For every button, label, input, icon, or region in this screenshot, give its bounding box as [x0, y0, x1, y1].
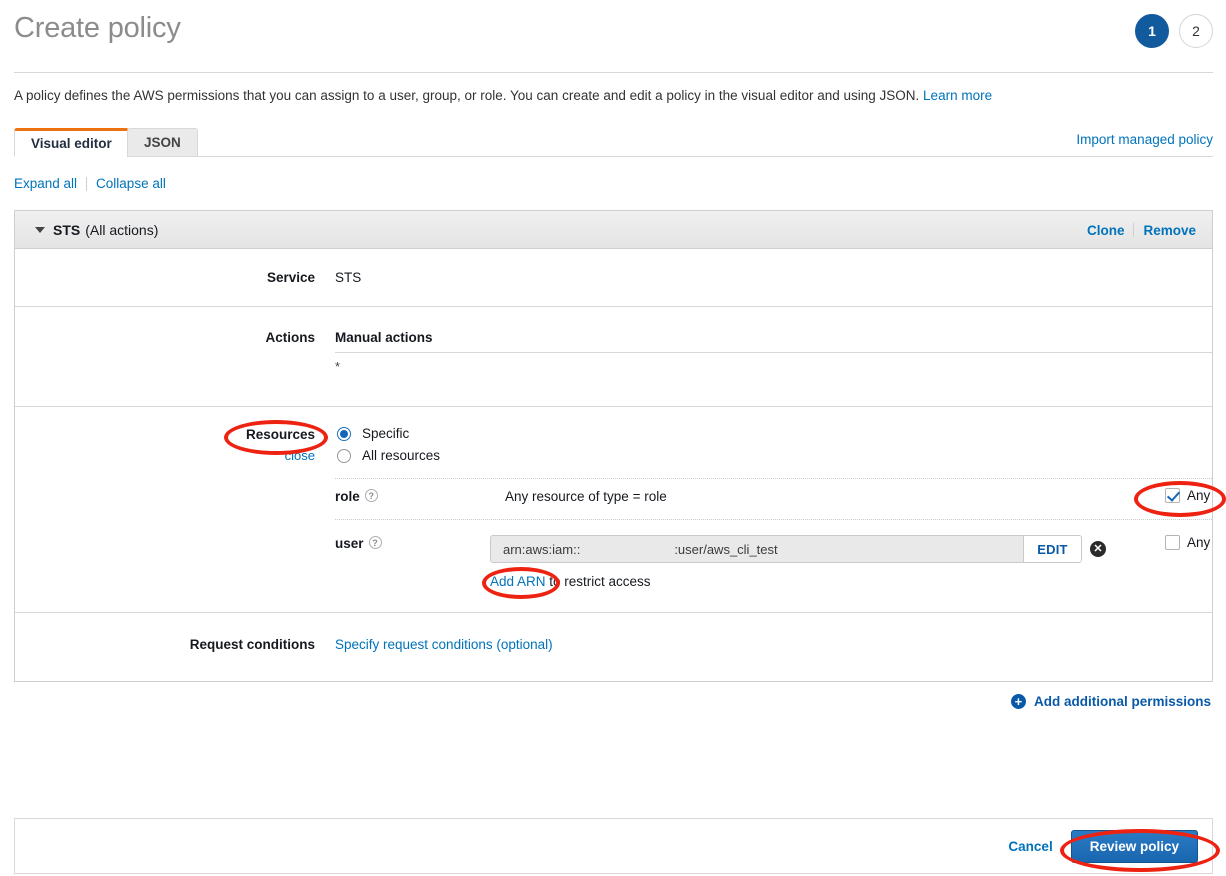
- service-section: Service STS: [15, 249, 1212, 307]
- editor-tabs: Visual editor JSON: [14, 128, 1213, 157]
- actions-section: Actions Manual actions *: [15, 307, 1212, 407]
- step-2-indicator[interactable]: 2: [1179, 14, 1213, 48]
- add-arn-row: Add ARN to restrict access: [490, 574, 651, 589]
- resource-role-any-toggle[interactable]: Any: [1165, 488, 1210, 503]
- resources-label: Resources: [245, 427, 315, 442]
- specify-request-conditions-link[interactable]: Specify request conditions (optional): [335, 637, 553, 652]
- add-additional-permissions-button[interactable]: + Add additional permissions: [1010, 694, 1211, 709]
- resources-divider-2: [335, 519, 1212, 520]
- service-value: STS: [335, 270, 362, 285]
- radio-specific-icon[interactable]: [337, 426, 351, 441]
- resource-key-role-label: role: [335, 489, 360, 504]
- tab-visual-editor[interactable]: Visual editor: [14, 128, 129, 157]
- resource-scope-all[interactable]: All resources: [337, 448, 440, 463]
- actions-value: *: [335, 359, 341, 374]
- service-qualifier-label: (All actions): [85, 221, 159, 238]
- manual-actions-underline: [335, 352, 1212, 353]
- toolbar-divider: [86, 176, 88, 191]
- permission-block-header[interactable]: STS (All actions) Clone Remove: [15, 211, 1212, 249]
- resource-scope-specific[interactable]: Specific: [337, 426, 409, 441]
- clone-link[interactable]: Clone: [1087, 223, 1125, 238]
- expand-all-link[interactable]: Expand all: [14, 176, 77, 191]
- checkbox-any-role-icon[interactable]: [1165, 488, 1180, 503]
- request-conditions-label: Request conditions: [189, 637, 315, 652]
- add-arn-rest-text: to restrict access: [545, 574, 651, 589]
- radio-all-resources-label: All resources: [362, 448, 441, 463]
- expand-collapse-bar: Expand all Collapse all: [14, 176, 166, 191]
- service-name-label: STS: [53, 221, 81, 238]
- actions-label: Actions: [265, 330, 315, 345]
- checkbox-any-user-label: Any: [1187, 535, 1211, 550]
- intro-text: A policy defines the AWS permissions tha…: [14, 87, 1213, 105]
- user-arn-prefix: arn:aws:iam::: [503, 541, 581, 557]
- cancel-button[interactable]: Cancel: [1008, 839, 1052, 854]
- plus-icon: +: [1010, 694, 1026, 709]
- user-arn-field[interactable]: arn:aws:iam:: :user/aws_cli_test EDIT: [490, 535, 1082, 563]
- step-1-indicator[interactable]: 1: [1135, 14, 1169, 48]
- help-icon[interactable]: ?: [364, 489, 378, 502]
- checkbox-any-user-icon[interactable]: [1165, 535, 1180, 550]
- collapse-all-link[interactable]: Collapse all: [96, 176, 166, 191]
- page-title: Create policy: [14, 12, 181, 44]
- learn-more-link[interactable]: Learn more: [923, 88, 992, 103]
- user-arn-suffix: :user/aws_cli_test: [674, 541, 778, 557]
- block-header-actions: Clone Remove: [1087, 211, 1196, 249]
- header-actions-divider: [1133, 223, 1135, 237]
- request-conditions-section: Request conditions Specify request condi…: [15, 613, 1212, 680]
- resources-divider-1: [335, 478, 1212, 479]
- add-additional-permissions-label: Add additional permissions: [1033, 694, 1211, 709]
- radio-specific-label: Specific: [362, 426, 410, 441]
- chevron-down-icon[interactable]: [35, 226, 45, 233]
- create-policy-page: Create policy 1 2 A policy defines the A…: [0, 0, 1226, 876]
- radio-all-resources-icon[interactable]: [337, 448, 351, 463]
- resource-key-user-label: user: [335, 536, 364, 551]
- resource-role-value: Any resource of type = role: [505, 489, 667, 504]
- footer-actions: Cancel Review policy: [1008, 819, 1198, 873]
- edit-arn-button[interactable]: EDIT: [1023, 536, 1081, 562]
- manual-actions-heading: Manual actions: [335, 330, 433, 345]
- add-arn-link[interactable]: Add ARN: [490, 574, 546, 589]
- resource-user-any-toggle[interactable]: Any: [1165, 535, 1210, 550]
- intro-sentence: A policy defines the AWS permissions tha…: [14, 88, 920, 103]
- resources-close-link[interactable]: close: [55, 448, 315, 463]
- tab-json[interactable]: JSON: [127, 128, 198, 157]
- resource-row-user-key: user ?: [335, 536, 382, 551]
- remove-link[interactable]: Remove: [1143, 223, 1196, 238]
- service-label: Service: [266, 270, 315, 285]
- checkbox-any-role-label: Any: [1187, 488, 1211, 503]
- resource-row-role-key: role ?: [335, 489, 378, 504]
- remove-arn-icon[interactable]: ✕: [1090, 541, 1106, 557]
- step-indicator: 1 2: [1135, 14, 1213, 48]
- review-policy-button[interactable]: Review policy: [1070, 829, 1198, 863]
- header-divider: [14, 72, 1213, 73]
- permission-block-sts: STS (All actions) Clone Remove Service S…: [14, 210, 1213, 682]
- user-arn-text: arn:aws:iam:: :user/aws_cli_test: [491, 536, 1023, 562]
- page-footer: Cancel Review policy: [14, 818, 1213, 874]
- import-managed-policy-link[interactable]: Import managed policy: [1076, 132, 1213, 147]
- help-icon[interactable]: ?: [368, 536, 382, 549]
